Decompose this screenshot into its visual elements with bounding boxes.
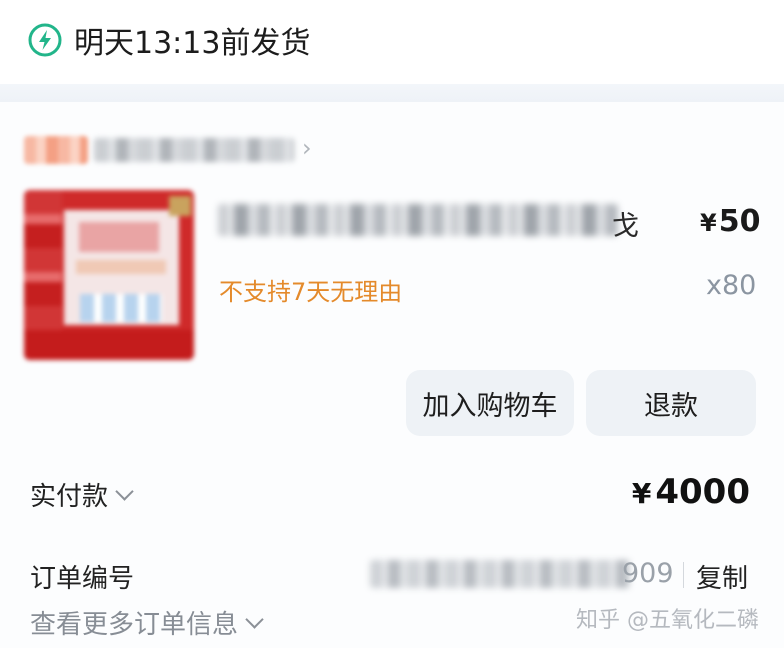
paid-label-text: 实付款 (30, 482, 109, 512)
chevron-down-icon (115, 482, 134, 501)
paid-amount: ¥4000 (632, 472, 750, 512)
shipping-time-text: 明天13:13前发货 (74, 26, 311, 61)
product-title-blurred[interactable] (218, 204, 618, 236)
product-thumbnail[interactable] (24, 190, 194, 360)
order-number-tail: 909 (622, 558, 674, 589)
product-title-tail: 戈 (612, 211, 639, 242)
copy-order-number-button[interactable]: 复制 (696, 558, 748, 595)
no-return-policy-text: 不支持7天无理由 (219, 278, 403, 306)
chevron-right-icon: › (302, 134, 312, 162)
more-order-info-toggle[interactable]: 查看更多订单信息 (30, 604, 264, 641)
paid-amount-value: 4000 (655, 472, 750, 512)
shipping-bar: 明天13:13前发货 (0, 0, 784, 84)
add-to-cart-button[interactable]: 加入购物车 (406, 370, 574, 436)
chevron-down-icon (245, 610, 264, 629)
order-number-blurred (370, 560, 630, 588)
shop-name-blurred (94, 138, 294, 162)
product-price: ¥50 (700, 204, 760, 239)
price-value: 50 (718, 204, 761, 239)
more-order-info-text: 查看更多订单信息 (30, 610, 239, 640)
section-divider (0, 84, 784, 102)
shop-tag-blurred (24, 136, 88, 164)
paid-currency: ¥ (631, 477, 652, 510)
order-number-label: 订单编号 (30, 564, 135, 594)
divider (683, 562, 684, 588)
price-currency: ¥ (700, 209, 717, 237)
watermark: 知乎 @五氧化二磷 (576, 608, 759, 633)
refund-button[interactable]: 退款 (586, 370, 756, 436)
product-quantity: x80 (706, 270, 757, 301)
lightning-bolt-icon (28, 23, 62, 57)
paid-amount-toggle[interactable]: 实付款 (30, 476, 134, 513)
